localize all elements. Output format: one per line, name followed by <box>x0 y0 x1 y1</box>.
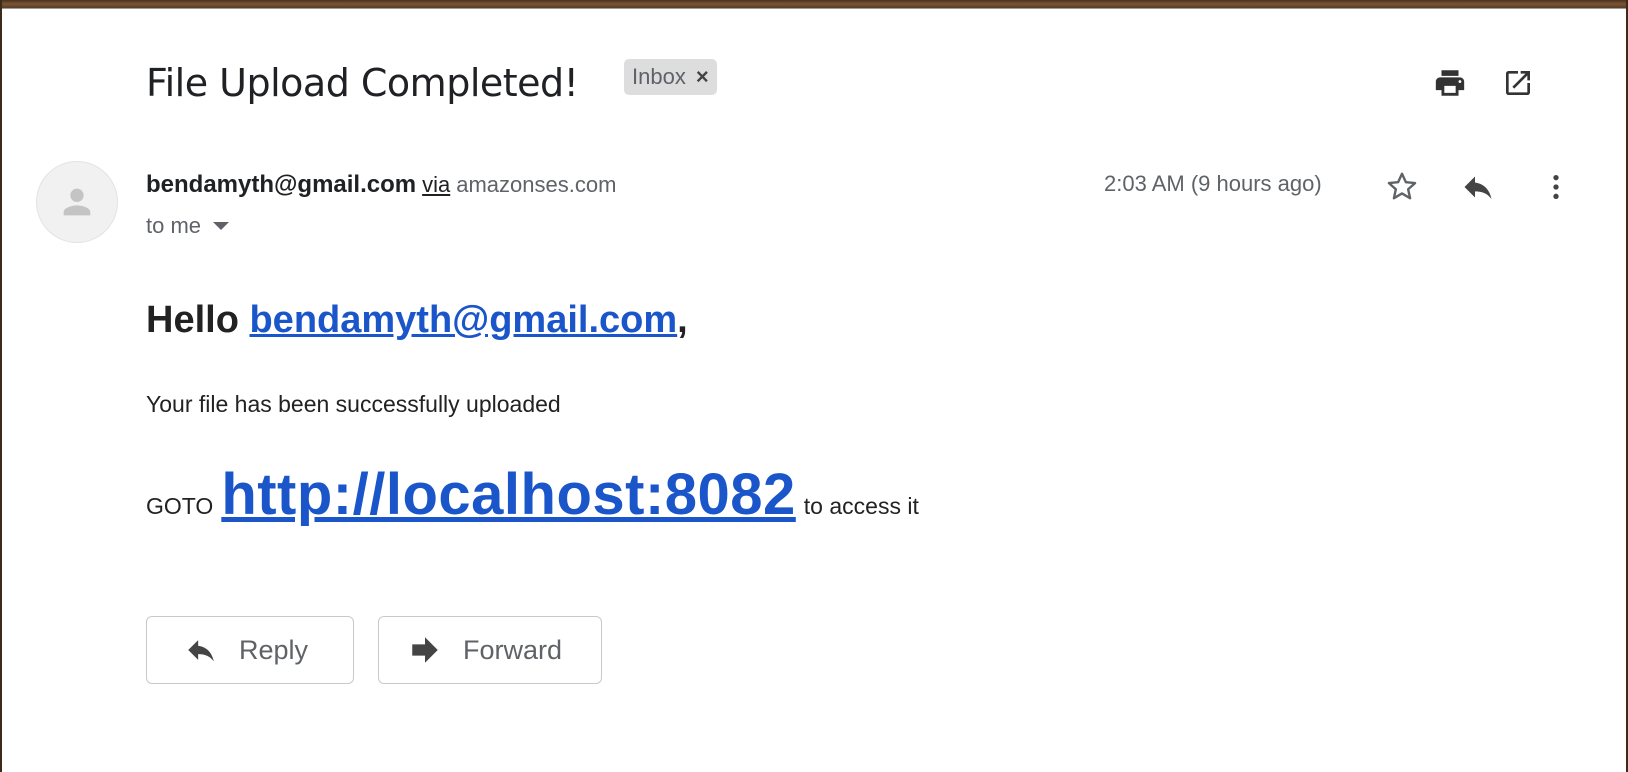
print-icon[interactable] <box>1430 63 1470 103</box>
forward-button-label: Forward <box>463 634 563 665</box>
sender-avatar <box>36 161 118 243</box>
label-chip-text: Inbox <box>632 64 686 89</box>
greeting-email-link[interactable]: bendamyth@gmail.com <box>249 299 677 341</box>
reply-button-label: Reply <box>239 634 309 665</box>
goto-line: GOTO http://localhost:8082 to access it <box>146 461 919 528</box>
forward-icon <box>407 632 443 668</box>
inbox-label-chip[interactable]: Inbox × <box>624 59 717 95</box>
via-domain: amazonses.com <box>456 172 617 197</box>
email-subject: File Upload Completed! <box>146 61 579 105</box>
remove-label-icon[interactable]: × <box>696 64 709 90</box>
greeting-suffix: , <box>677 299 688 341</box>
localhost-link[interactable]: http://localhost:8082 <box>221 461 795 528</box>
goto-suffix: to access it <box>803 493 919 519</box>
reply-icon <box>183 632 219 668</box>
email-greeting: Hello bendamyth@gmail.com, <box>146 299 688 342</box>
star-icon[interactable] <box>1382 167 1422 207</box>
sender-address[interactable]: bendamyth@gmail.com <box>146 171 416 198</box>
open-in-new-window-icon[interactable] <box>1498 63 1538 103</box>
email-message: Your file has been successfully uploaded <box>146 391 561 417</box>
more-vertical-icon[interactable] <box>1536 167 1576 207</box>
greeting-prefix: Hello <box>146 299 250 341</box>
email-view: File Upload Completed! Inbox × bendamyth… <box>2 8 1626 772</box>
forward-button[interactable]: Forward <box>378 616 602 684</box>
sender-line: bendamyth@gmail.com via amazonses.com <box>146 169 616 201</box>
chevron-down-icon <box>213 222 230 230</box>
goto-prefix: GOTO <box>146 493 214 519</box>
email-timestamp: 2:03 AM (9 hours ago) <box>1104 171 1322 196</box>
person-icon <box>63 188 91 216</box>
recipient-details-toggle[interactable]: to me <box>146 213 230 239</box>
reply-button[interactable]: Reply <box>146 616 354 684</box>
via-link[interactable]: via <box>422 172 450 197</box>
reply-icon[interactable] <box>1458 167 1498 207</box>
recipient-text: to me <box>146 213 202 238</box>
